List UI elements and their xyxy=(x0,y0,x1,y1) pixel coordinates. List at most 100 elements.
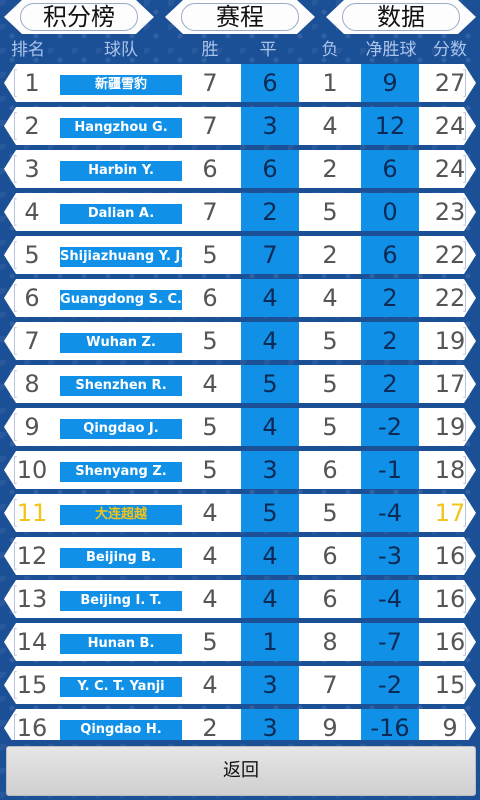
losses-cell: 9 xyxy=(322,714,338,740)
header-team: 球队 xyxy=(104,40,138,60)
header-losses: 负 xyxy=(321,40,339,60)
goal-diff-cell: -1 xyxy=(361,451,419,489)
wins-cell: 2 xyxy=(202,714,218,740)
table-row[interactable]: 14 Hunan B. 5 1 8 -7 16 xyxy=(4,623,476,661)
table-row[interactable]: 15 Y. C. T. Yanji 4 3 7 -2 15 xyxy=(4,666,476,704)
rank-cell: 6 xyxy=(24,284,40,312)
rank-cell: 7 xyxy=(24,327,40,355)
table-row[interactable]: 6 Guangdong S. C. 6 4 4 2 22 xyxy=(4,279,476,317)
draws-cell: 4 xyxy=(241,322,299,360)
back-button[interactable]: 返回 xyxy=(6,746,476,796)
losses-cell: 6 xyxy=(322,456,338,484)
table-row[interactable]: 1 新疆雪豹 7 6 1 9 27 xyxy=(4,64,476,102)
draws-cell: 4 xyxy=(241,408,299,446)
points-cell: 18 xyxy=(434,456,466,484)
losses-cell: 7 xyxy=(322,671,338,699)
goal-diff-cell: 6 xyxy=(361,236,419,274)
rank-cell: 14 xyxy=(16,628,48,656)
wins-cell: 6 xyxy=(202,284,218,312)
draws-cell: 2 xyxy=(241,193,299,231)
points-cell: 9 xyxy=(442,714,458,740)
rank-cell: 15 xyxy=(16,671,48,699)
table-row[interactable]: 12 Beijing B. 4 4 6 -3 16 xyxy=(4,537,476,575)
losses-cell: 6 xyxy=(322,542,338,570)
goal-diff-cell: -4 xyxy=(361,580,419,618)
wins-cell: 7 xyxy=(202,112,218,140)
team-name: Beijing B. xyxy=(60,548,182,568)
header-draws: 平 xyxy=(259,40,277,60)
rank-cell: 16 xyxy=(16,714,48,740)
wins-cell: 4 xyxy=(202,370,218,398)
table-header: 排名 球队 胜 平 负 净胜球 分数 xyxy=(0,38,480,62)
rank-cell: 2 xyxy=(24,112,40,140)
points-cell: 23 xyxy=(434,198,466,226)
goal-diff-cell: 2 xyxy=(361,279,419,317)
draws-cell: 4 xyxy=(241,537,299,575)
points-cell: 15 xyxy=(434,671,466,699)
rank-cell: 5 xyxy=(24,241,40,269)
rank-cell: 1 xyxy=(24,69,40,97)
tab-schedule[interactable]: 赛程 xyxy=(165,0,315,34)
team-name: Hangzhou G. xyxy=(60,118,182,138)
team-name: 新疆雪豹 xyxy=(60,75,182,95)
team-name: Shenzhen R. xyxy=(60,376,182,396)
wins-cell: 4 xyxy=(202,671,218,699)
wins-cell: 7 xyxy=(202,69,218,97)
tab-stats[interactable]: 数据 xyxy=(326,0,476,34)
points-cell: 16 xyxy=(434,542,466,570)
losses-cell: 5 xyxy=(322,413,338,441)
points-cell: 17 xyxy=(434,499,466,527)
goal-diff-cell: 9 xyxy=(361,64,419,102)
table-row[interactable]: 16 Qingdao H. 2 3 9 -16 9 xyxy=(4,709,476,740)
losses-cell: 4 xyxy=(322,284,338,312)
goal-diff-cell: 0 xyxy=(361,193,419,231)
goal-diff-cell: -16 xyxy=(361,709,419,740)
table-row[interactable]: 4 Dalian A. 7 2 5 0 23 xyxy=(4,193,476,231)
team-name: Qingdao J. xyxy=(60,419,182,439)
rank-cell: 9 xyxy=(24,413,40,441)
rank-cell: 13 xyxy=(16,585,48,613)
goal-diff-cell: 12 xyxy=(361,107,419,145)
team-name: 大连超越 xyxy=(60,505,182,525)
points-cell: 24 xyxy=(434,155,466,183)
draws-cell: 3 xyxy=(241,451,299,489)
wins-cell: 5 xyxy=(202,327,218,355)
points-cell: 16 xyxy=(434,585,466,613)
wins-cell: 4 xyxy=(202,499,218,527)
goal-diff-cell: 2 xyxy=(361,365,419,403)
draws-cell: 1 xyxy=(241,623,299,661)
header-goal-diff: 净胜球 xyxy=(365,40,417,60)
points-cell: 19 xyxy=(434,413,466,441)
team-name: Shenyang Z. xyxy=(60,462,182,482)
points-cell: 17 xyxy=(434,370,466,398)
wins-cell: 4 xyxy=(202,542,218,570)
table-row[interactable]: 13 Beijing I. T. 4 4 6 -4 16 xyxy=(4,580,476,618)
draws-cell: 5 xyxy=(241,494,299,532)
losses-cell: 5 xyxy=(322,499,338,527)
table-row[interactable]: 10 Shenyang Z. 5 3 6 -1 18 xyxy=(4,451,476,489)
wins-cell: 5 xyxy=(202,628,218,656)
points-cell: 22 xyxy=(434,284,466,312)
losses-cell: 5 xyxy=(322,327,338,355)
draws-cell: 7 xyxy=(241,236,299,274)
draws-cell: 5 xyxy=(241,365,299,403)
tab-schedule-label: 赛程 xyxy=(216,3,264,31)
tab-standings[interactable]: 积分榜 xyxy=(4,0,154,34)
team-name: Y. C. T. Yanji xyxy=(60,677,182,697)
standings-list[interactable]: 1 新疆雪豹 7 6 1 9 27 2 Hangzhou G. 7 3 4 12 24 3 Harbin Y.… xyxy=(0,64,480,740)
table-row[interactable]: 7 Wuhan Z. 5 4 5 2 19 xyxy=(4,322,476,360)
points-cell: 16 xyxy=(434,628,466,656)
header-points: 分数 xyxy=(433,40,467,60)
draws-cell: 4 xyxy=(241,580,299,618)
draws-cell: 6 xyxy=(241,64,299,102)
table-row[interactable]: 3 Harbin Y. 6 6 2 6 24 xyxy=(4,150,476,188)
table-row[interactable]: 5 Shijiazhuang Y. J. 5 7 2 6 22 xyxy=(4,236,476,274)
losses-cell: 6 xyxy=(322,585,338,613)
table-row[interactable]: 2 Hangzhou G. 7 3 4 12 24 xyxy=(4,107,476,145)
team-name: Shijiazhuang Y. J. xyxy=(60,247,182,267)
table-row[interactable]: 11 大连超越 4 5 5 -4 17 xyxy=(4,494,476,532)
table-row[interactable]: 8 Shenzhen R. 4 5 5 2 17 xyxy=(4,365,476,403)
team-name: Wuhan Z. xyxy=(60,333,182,353)
table-row[interactable]: 9 Qingdao J. 5 4 5 -2 19 xyxy=(4,408,476,446)
rank-cell: 11 xyxy=(16,499,48,527)
